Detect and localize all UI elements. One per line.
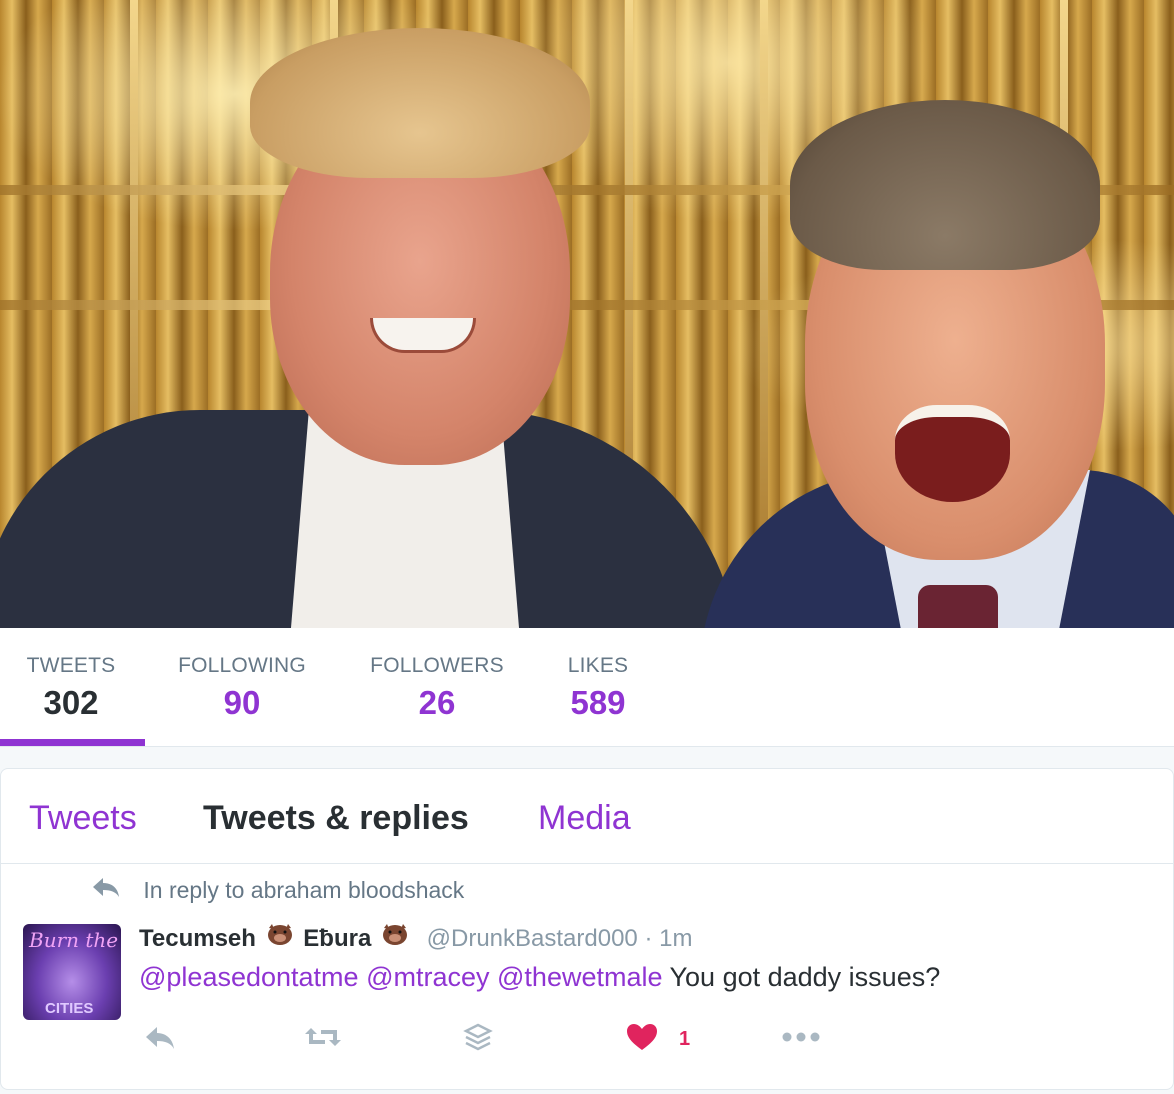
- boar-emoji-icon: [265, 922, 295, 952]
- tab-media[interactable]: Media: [538, 799, 631, 838]
- fullname[interactable]: Tecumseh Eƀura: [139, 922, 419, 952]
- stat-label: LIKES: [567, 654, 629, 677]
- username[interactable]: @DrunkBastard000: [427, 925, 638, 952]
- profile-nav: TWEETS 302 FOLLOWING 90 FOLLOWERS 26 LIK…: [0, 628, 1174, 747]
- stack-icon[interactable]: [463, 1022, 493, 1062]
- avatar[interactable]: Burn the CITIES: [23, 924, 121, 1020]
- stat-label: TWEETS: [26, 654, 116, 677]
- more-icon[interactable]: [779, 1022, 823, 1062]
- profile-header-image[interactable]: [0, 0, 1174, 628]
- active-stat-indicator: [0, 739, 145, 746]
- stat-following[interactable]: FOLLOWING 90: [175, 654, 309, 722]
- retweet-icon[interactable]: [303, 1022, 343, 1062]
- person-right-mouth: [895, 405, 1010, 502]
- stat-value: 90: [223, 684, 261, 721]
- person-right-hair: [790, 100, 1100, 270]
- timeline: Tweets Tweets & replies Media In reply t…: [0, 768, 1174, 1090]
- stat-value: 302: [43, 684, 99, 721]
- person-right-tie: [918, 585, 998, 628]
- tweet-text: @pleasedontatme @mtracey @thewetmale You…: [139, 962, 940, 993]
- stat-value: 26: [418, 684, 456, 721]
- tweet-actions: 1: [139, 1022, 839, 1062]
- mention-link[interactable]: @pleasedontatme: [139, 962, 359, 992]
- tweet-body: You got daddy issues?: [669, 962, 941, 992]
- fullname-part: Tecumseh: [139, 925, 256, 952]
- stat-label: FOLLOWERS: [370, 654, 504, 677]
- stat-label: FOLLOWING: [178, 654, 306, 677]
- avatar-text: CITIES: [45, 1000, 94, 1017]
- reply-icon[interactable]: [143, 1022, 177, 1062]
- like-count: 1: [679, 1028, 691, 1050]
- tab-tweets-and-replies[interactable]: Tweets & replies: [203, 799, 469, 838]
- boar-emoji-icon: [380, 922, 410, 952]
- heart-icon[interactable]: [625, 1022, 659, 1062]
- person-left-hair: [250, 28, 590, 178]
- timeline-tabs: Tweets Tweets & replies Media: [1, 769, 1173, 864]
- tweet-context[interactable]: In reply to abraham bloodshack: [91, 876, 464, 904]
- stat-value: 589: [570, 684, 626, 721]
- mention-link[interactable]: @thewetmale: [497, 962, 662, 992]
- fullname-part: Eƀura: [303, 925, 372, 952]
- tweet-time[interactable]: · 1m: [644, 925, 692, 952]
- context-text: In reply to abraham bloodshack: [143, 877, 465, 903]
- stat-likes[interactable]: LIKES 589: [566, 654, 630, 722]
- mention-link[interactable]: @mtracey: [366, 962, 489, 992]
- reply-context-icon: [91, 876, 123, 904]
- tab-tweets[interactable]: Tweets: [29, 799, 137, 838]
- tweet-header: Tecumseh Eƀura @DrunkBastard000 · 1m: [139, 922, 692, 953]
- stat-followers[interactable]: FOLLOWERS 26: [368, 654, 506, 722]
- tweet[interactable]: In reply to abraham bloodshack Burn the …: [1, 864, 1173, 1094]
- stat-tweets[interactable]: TWEETS 302: [26, 654, 116, 722]
- avatar-text: Burn the: [29, 928, 119, 952]
